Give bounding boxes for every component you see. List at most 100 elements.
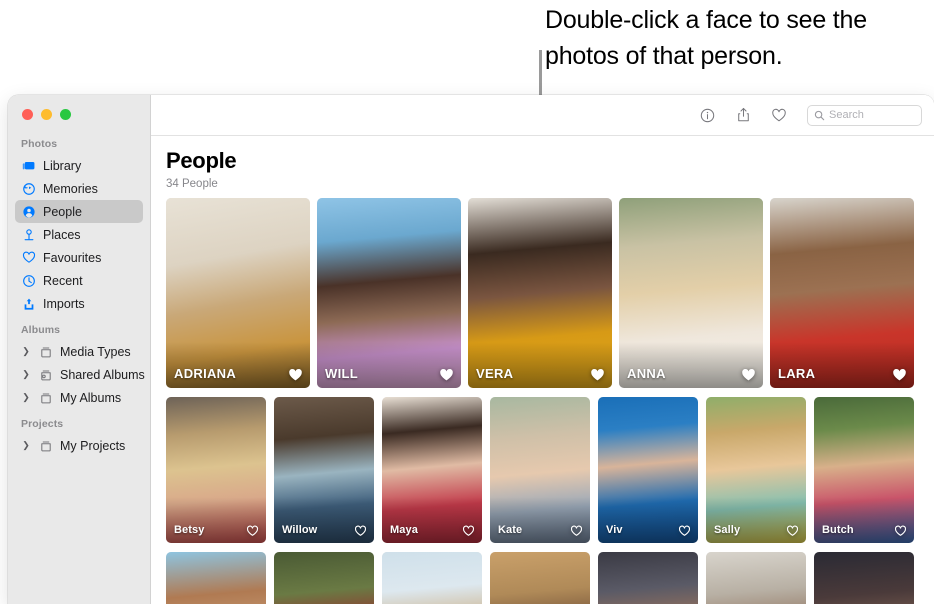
search-field[interactable] bbox=[807, 104, 922, 126]
sidebar-item-my-albums[interactable]: ❯ My Albums bbox=[15, 386, 143, 409]
person-tile[interactable]: VERA bbox=[468, 198, 612, 388]
sidebar-item-my-projects[interactable]: ❯ My Projects bbox=[15, 434, 143, 457]
favourite-filled-icon[interactable] bbox=[741, 368, 756, 382]
favourite-outline-icon[interactable] bbox=[462, 525, 475, 537]
sidebar-item-favourites[interactable]: Favourites bbox=[15, 246, 143, 269]
callout-text: Double-click a face to see the photos of… bbox=[545, 6, 867, 70]
person-tile[interactable]: WILL bbox=[317, 198, 461, 388]
imports-icon bbox=[21, 296, 36, 311]
person-tile[interactable] bbox=[814, 552, 914, 604]
sidebar-item-recent[interactable]: Recent bbox=[15, 269, 143, 292]
sidebar-item-library[interactable]: Library bbox=[15, 154, 143, 177]
favourite-outline-icon[interactable] bbox=[678, 525, 691, 537]
sidebar-item-label: Media Types bbox=[60, 344, 131, 359]
favourite-outline-icon[interactable] bbox=[894, 525, 907, 537]
person-tile[interactable]: Sally bbox=[706, 397, 806, 543]
favourite-filled-icon[interactable] bbox=[892, 368, 907, 382]
sidebar-section-albums: Albums bbox=[21, 324, 61, 336]
share-icon[interactable] bbox=[725, 102, 761, 128]
chevron-right-icon[interactable]: ❯ bbox=[21, 346, 31, 357]
person-photo bbox=[706, 552, 806, 604]
chevron-right-icon[interactable]: ❯ bbox=[21, 440, 31, 451]
chevron-right-icon[interactable]: ❯ bbox=[21, 392, 31, 403]
person-name: Maya bbox=[390, 524, 418, 536]
album-icon bbox=[38, 344, 53, 359]
album-icon bbox=[38, 438, 53, 453]
person-name: Willow bbox=[282, 524, 318, 536]
library-icon bbox=[21, 158, 36, 173]
favourite-filled-icon[interactable] bbox=[288, 368, 303, 382]
sidebar: Photos Library Memories People Places Favouri… bbox=[8, 95, 151, 604]
favourite-heart-icon[interactable] bbox=[761, 102, 797, 128]
people-icon bbox=[21, 204, 36, 219]
close-button[interactable] bbox=[22, 109, 33, 120]
person-name: Kate bbox=[498, 524, 523, 536]
heart-icon bbox=[21, 250, 36, 265]
chevron-right-icon[interactable]: ❯ bbox=[21, 369, 31, 380]
sidebar-item-label: Shared Albums bbox=[60, 367, 145, 382]
favourite-outline-icon[interactable] bbox=[786, 525, 799, 537]
person-tile[interactable]: Maya bbox=[382, 397, 482, 543]
favourite-outline-icon[interactable] bbox=[246, 525, 259, 537]
zoom-button[interactable] bbox=[60, 109, 71, 120]
album-icon bbox=[38, 390, 53, 405]
sidebar-item-label: Favourites bbox=[43, 250, 102, 265]
sidebar-item-label: Memories bbox=[43, 181, 98, 196]
memories-icon bbox=[21, 181, 36, 196]
people-row-3 bbox=[166, 552, 934, 604]
person-tile[interactable] bbox=[166, 552, 266, 604]
person-tile[interactable] bbox=[274, 552, 374, 604]
person-tile[interactable]: LARA bbox=[770, 198, 914, 388]
person-tile[interactable]: ANNA bbox=[619, 198, 763, 388]
person-tile[interactable] bbox=[490, 552, 590, 604]
content-area: People 34 People ADRIANA WILL VERA ANNA LARA… bbox=[151, 95, 934, 604]
sidebar-item-places[interactable]: Places bbox=[15, 223, 143, 246]
favourite-filled-icon[interactable] bbox=[590, 368, 605, 382]
minimize-button[interactable] bbox=[41, 109, 52, 120]
sidebar-item-shared-albums[interactable]: ❯ Shared Albums bbox=[15, 363, 145, 386]
clock-icon bbox=[21, 273, 36, 288]
person-photo bbox=[598, 552, 698, 604]
person-photo bbox=[490, 552, 590, 604]
window-controls bbox=[8, 95, 150, 129]
person-name: LARA bbox=[778, 366, 816, 381]
person-name: WILL bbox=[325, 366, 358, 381]
info-icon[interactable] bbox=[689, 102, 725, 128]
person-tile[interactable]: Butch bbox=[814, 397, 914, 543]
sidebar-item-people[interactable]: People bbox=[15, 200, 143, 223]
person-tile[interactable]: Betsy bbox=[166, 397, 266, 543]
sidebar-item-label: Library bbox=[43, 158, 82, 173]
sidebar-item-label: My Albums bbox=[60, 390, 122, 405]
person-tile[interactable]: Viv bbox=[598, 397, 698, 543]
people-row-1: ADRIANA WILL VERA ANNA LARA bbox=[166, 198, 934, 388]
page-header: People 34 People bbox=[151, 136, 934, 190]
people-count: 34 People bbox=[166, 178, 218, 190]
person-name: VERA bbox=[476, 366, 514, 381]
favourite-outline-icon[interactable] bbox=[354, 525, 367, 537]
person-name: Viv bbox=[606, 524, 623, 536]
person-photo bbox=[814, 552, 914, 604]
toolbar bbox=[151, 95, 934, 136]
person-name: ANNA bbox=[627, 366, 666, 381]
sidebar-item-imports[interactable]: Imports bbox=[15, 292, 143, 315]
person-tile[interactable]: Kate bbox=[490, 397, 590, 543]
places-icon bbox=[21, 227, 36, 242]
sidebar-item-label: People bbox=[43, 204, 82, 219]
search-input[interactable] bbox=[829, 109, 915, 121]
person-photo bbox=[166, 552, 266, 604]
person-name: Betsy bbox=[174, 524, 205, 536]
sidebar-section-projects: Projects bbox=[21, 418, 64, 430]
person-tile[interactable]: Willow bbox=[274, 397, 374, 543]
person-name: Butch bbox=[822, 524, 854, 536]
photos-window: Photos Library Memories People Places Favouri… bbox=[8, 95, 934, 604]
sidebar-item-media-types[interactable]: ❯ Media Types bbox=[15, 340, 143, 363]
favourite-outline-icon[interactable] bbox=[570, 525, 583, 537]
person-tile[interactable] bbox=[382, 552, 482, 604]
person-tile[interactable]: ADRIANA bbox=[166, 198, 310, 388]
sidebar-item-memories[interactable]: Memories bbox=[15, 177, 143, 200]
sidebar-item-label: Places bbox=[43, 227, 81, 242]
person-tile[interactable] bbox=[706, 552, 806, 604]
favourite-filled-icon[interactable] bbox=[439, 368, 454, 382]
sidebar-item-label: My Projects bbox=[60, 438, 126, 453]
person-tile[interactable] bbox=[598, 552, 698, 604]
